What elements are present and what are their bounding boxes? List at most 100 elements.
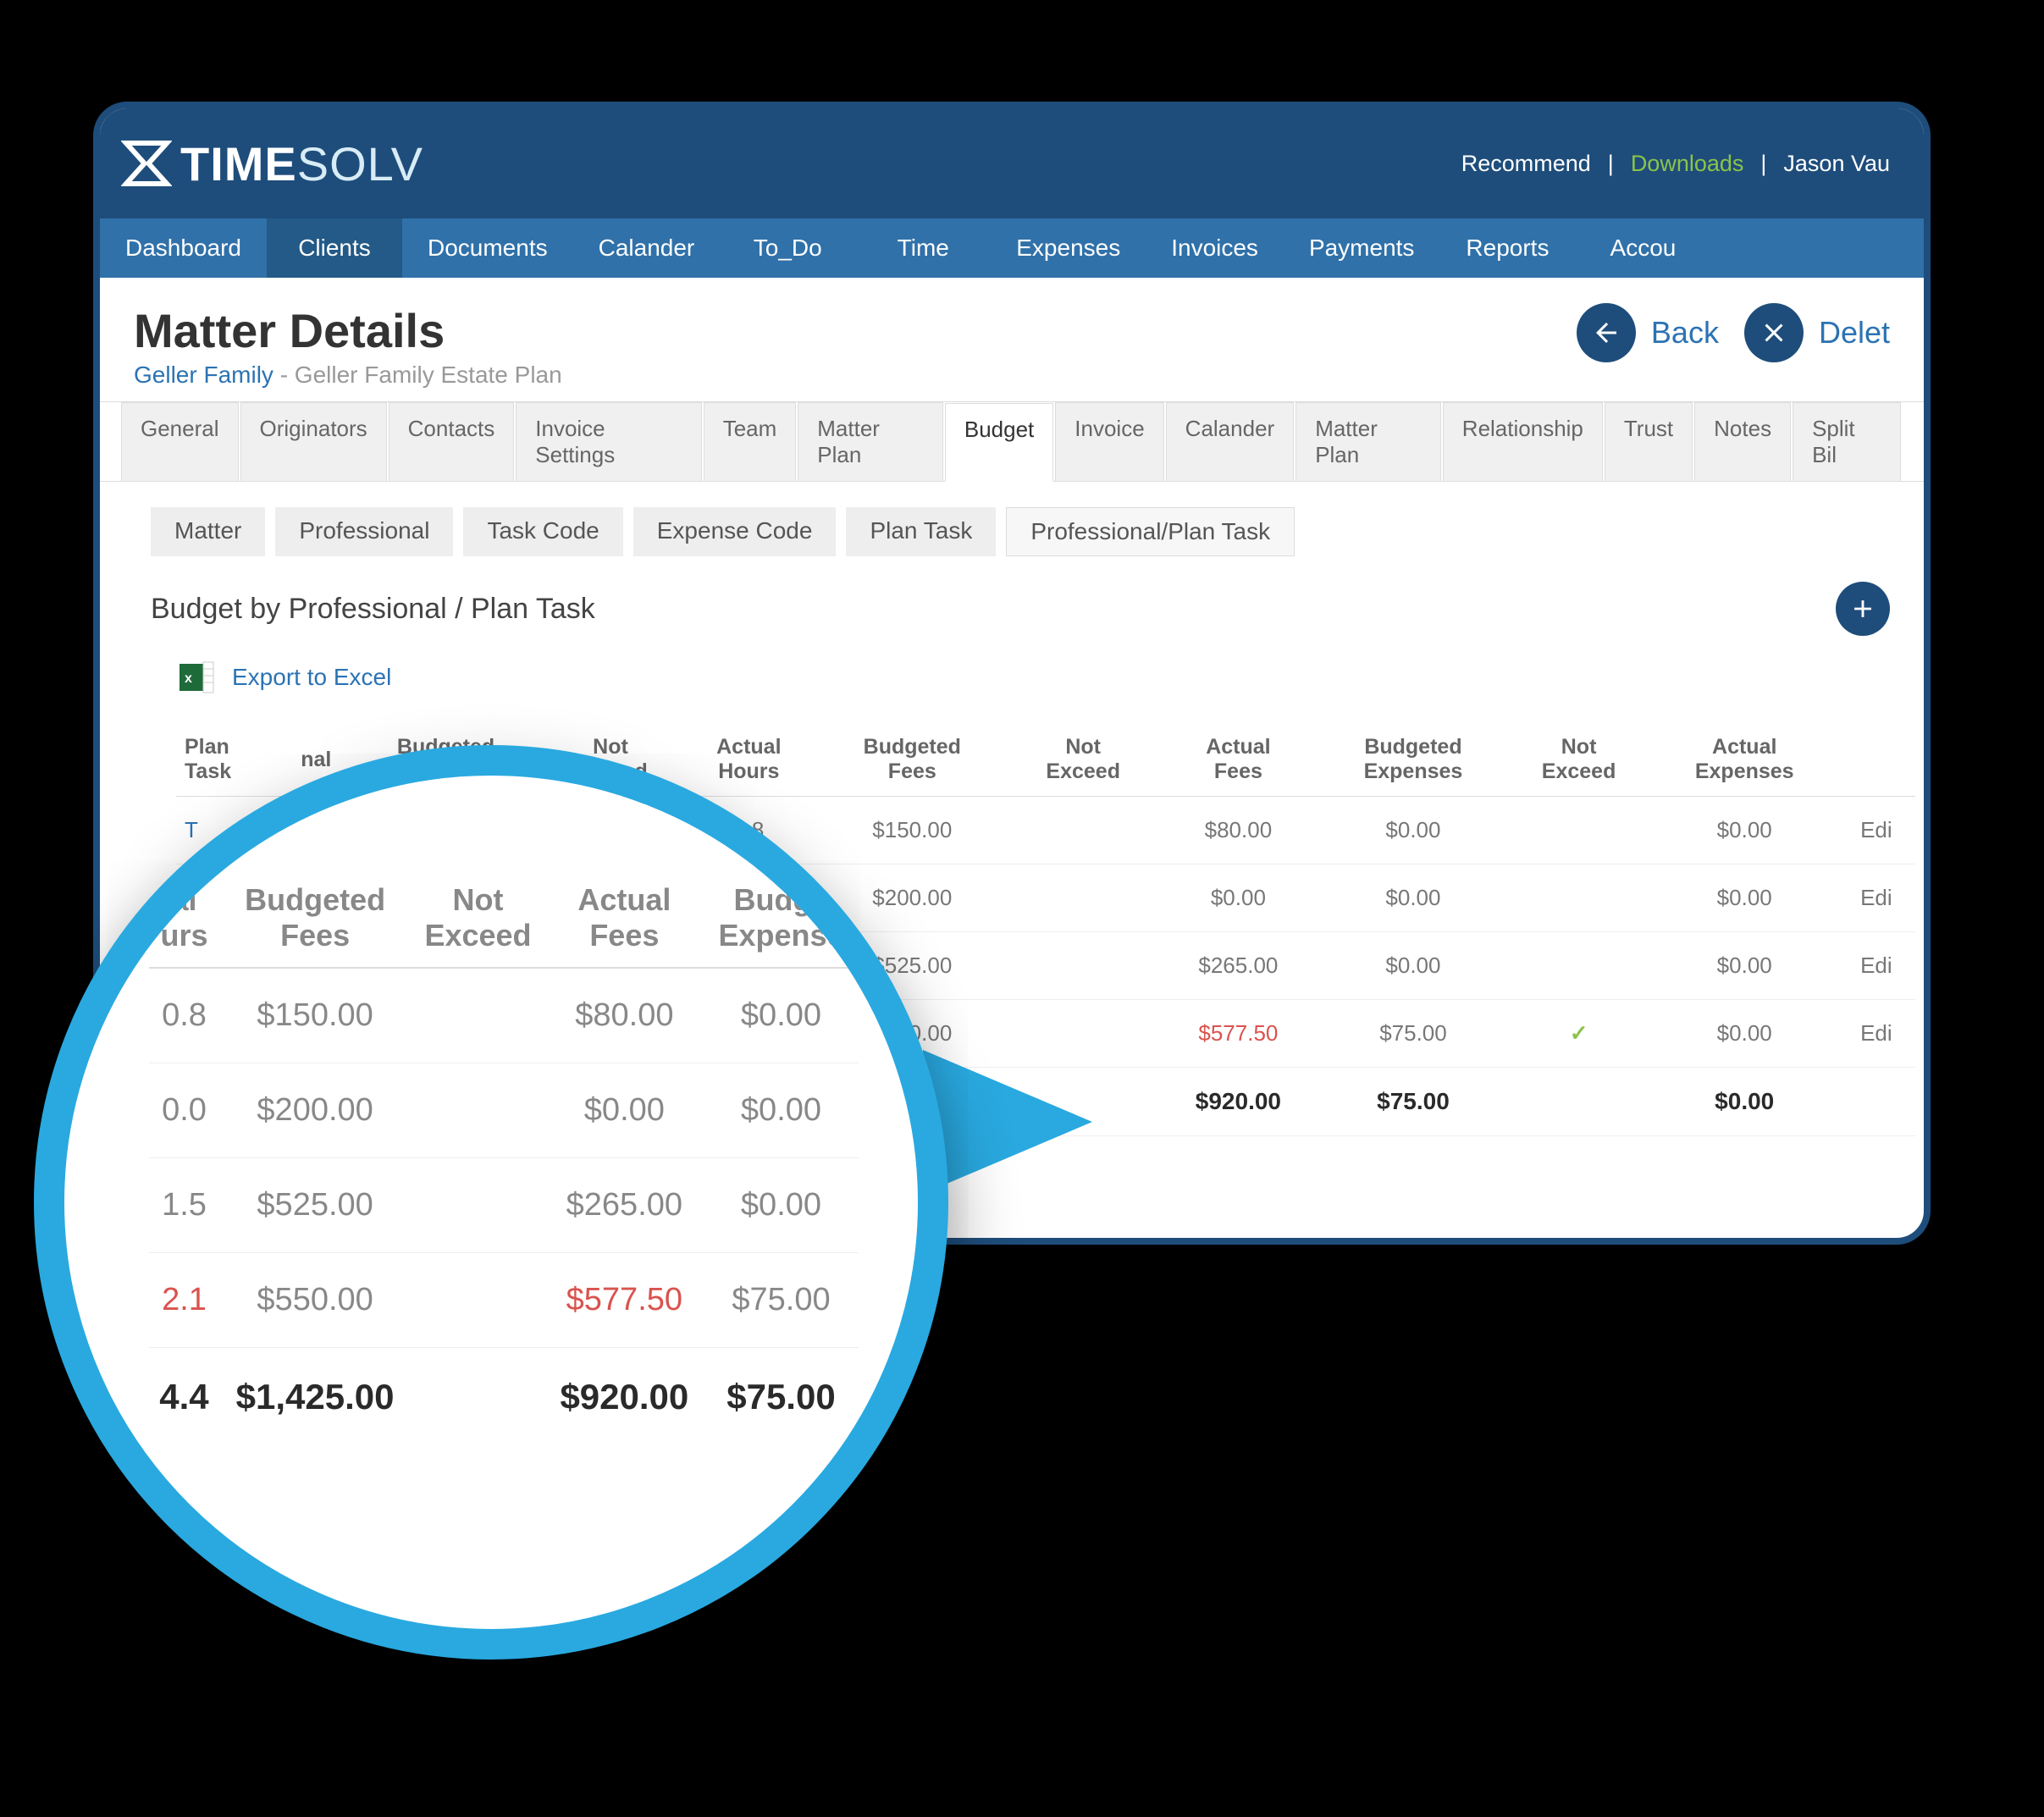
mag-row: 0.8$150.00$80.00$0.00: [149, 968, 859, 1063]
cell: $0.00: [1320, 932, 1505, 1000]
cell: $0.00: [1320, 864, 1505, 932]
logo-text-2: SOLV: [297, 136, 423, 191]
back-label: Back: [1651, 315, 1719, 351]
tab-trust[interactable]: Trust: [1605, 402, 1693, 481]
cell: [1505, 864, 1651, 932]
mag-row: 1.5$525.00$265.00$0.00: [149, 1158, 859, 1253]
tab-matter-plan[interactable]: Matter Plan: [1295, 402, 1441, 481]
mag-col-header: ActualFees: [545, 869, 704, 968]
sub-tab-plan-task[interactable]: Plan Task: [846, 507, 996, 556]
col-header: ActualExpenses: [1652, 723, 1837, 797]
cell: $0.00: [1652, 1000, 1837, 1068]
nav-item-documents[interactable]: Documents: [402, 218, 573, 278]
cell: $577.50: [1156, 1000, 1320, 1068]
sub-tab-professional-plan-task[interactable]: Professional/Plan Task: [1006, 507, 1295, 556]
col-header: [1837, 723, 1915, 797]
tab-notes[interactable]: Notes: [1694, 402, 1791, 481]
cell: [1010, 932, 1156, 1000]
col-header: BudgetedExpenses: [1320, 723, 1505, 797]
cell[interactable]: Edi: [1837, 797, 1915, 864]
page-actions: Back Delet: [1577, 303, 1890, 362]
header-link[interactable]: Jason Vau: [1783, 151, 1890, 177]
export-label: Export to Excel: [232, 664, 391, 691]
mag-total-row: 4.4$1,425.00$920.00$75.00: [149, 1348, 859, 1447]
tab-split-bil[interactable]: Split Bil: [1793, 402, 1901, 481]
cell: [1010, 864, 1156, 932]
nav-item-expenses[interactable]: Expenses: [991, 218, 1146, 278]
tab-invoice-settings[interactable]: Invoice Settings: [516, 402, 701, 481]
main-nav: DashboardClientsDocumentsCalanderTo_DoTi…: [100, 218, 1924, 278]
export-to-excel-button[interactable]: x Export to Excel: [176, 657, 1890, 698]
tab-matter-plan[interactable]: Matter Plan: [798, 402, 943, 481]
sub-tab-task-code[interactable]: Task Code: [463, 507, 622, 556]
nav-item-invoices[interactable]: Invoices: [1146, 218, 1284, 278]
logo[interactable]: TIMESOLV: [121, 136, 423, 191]
nav-item-to_do[interactable]: To_Do: [720, 218, 855, 278]
cell: ✓: [1505, 1000, 1651, 1068]
matter-tabs: GeneralOriginatorsContactsInvoice Settin…: [100, 402, 1924, 482]
header-link[interactable]: Downloads: [1631, 151, 1744, 177]
section-head: Budget by Professional / Plan Task: [151, 582, 1890, 636]
cell: $80.00: [1156, 797, 1320, 864]
logo-text-1: TIME: [180, 136, 297, 191]
tab-budget[interactable]: Budget: [945, 403, 1053, 482]
tab-contacts[interactable]: Contacts: [389, 402, 515, 481]
delete-button[interactable]: Delet: [1744, 303, 1890, 362]
mag-row: 0.0$200.00$0.00$0.00: [149, 1063, 859, 1158]
col-header: NotExceed: [1010, 723, 1156, 797]
col-header: BudgetedFees: [815, 723, 1011, 797]
nav-item-dashboard[interactable]: Dashboard: [100, 218, 267, 278]
magnifier-table: alursBudgetedFeesNotExceedActualFeesBudg…: [149, 869, 859, 1446]
cell: [1505, 932, 1651, 1000]
tab-team[interactable]: Team: [704, 402, 797, 481]
mag-col-header: BudgetedFees: [219, 869, 411, 968]
cell[interactable]: Edi: [1837, 1000, 1915, 1068]
magnifier-lens: alursBudgetedFeesNotExceedActualFeesBudg…: [34, 745, 948, 1660]
col-header: NotExceed: [1505, 723, 1651, 797]
delete-label: Delet: [1819, 315, 1890, 351]
header-link[interactable]: Recommend: [1461, 151, 1591, 177]
col-header: ActualFees: [1156, 723, 1320, 797]
add-button[interactable]: [1836, 582, 1890, 636]
tab-relationship[interactable]: Relationship: [1443, 402, 1603, 481]
tab-general[interactable]: General: [121, 402, 239, 481]
breadcrumb: Geller Family - Geller Family Estate Pla…: [134, 362, 562, 389]
cell: $0.00: [1156, 864, 1320, 932]
app-header: TIMESOLV Recommend|Downloads|Jason Vau: [100, 108, 1924, 218]
col-header: PlanTask: [176, 723, 278, 797]
nav-item-time[interactable]: Time: [855, 218, 991, 278]
nav-item-accou[interactable]: Accou: [1575, 218, 1710, 278]
cell[interactable]: Edi: [1837, 932, 1915, 1000]
nav-item-reports[interactable]: Reports: [1439, 218, 1575, 278]
cell: $0.00: [1652, 932, 1837, 1000]
cell[interactable]: Edi: [1837, 864, 1915, 932]
col-header: ActualHours: [683, 723, 814, 797]
sub-tab-professional[interactable]: Professional: [275, 507, 453, 556]
mag-col-header: NotExceed: [411, 869, 545, 968]
nav-item-clients[interactable]: Clients: [267, 218, 402, 278]
page-title: Matter Details: [134, 303, 562, 358]
sub-tab-matter[interactable]: Matter: [151, 507, 265, 556]
cell: [1010, 797, 1156, 864]
section-title: Budget by Professional / Plan Task: [151, 593, 595, 626]
hourglass-icon: [121, 138, 172, 189]
svg-text:x: x: [185, 671, 192, 686]
nav-item-calander[interactable]: Calander: [573, 218, 721, 278]
breadcrumb-link[interactable]: Geller Family: [134, 362, 273, 388]
back-button[interactable]: Back: [1577, 303, 1719, 362]
sub-tab-expense-code[interactable]: Expense Code: [633, 507, 837, 556]
cell: [1505, 797, 1651, 864]
nav-item-payments[interactable]: Payments: [1284, 218, 1440, 278]
page-head: Matter Details Geller Family - Geller Fa…: [100, 295, 1924, 402]
cell: $150.00: [815, 797, 1011, 864]
breadcrumb-rest: - Geller Family Estate Plan: [273, 362, 562, 388]
cell: $0.00: [1320, 797, 1505, 864]
cell: $265.00: [1156, 932, 1320, 1000]
close-icon: [1744, 303, 1804, 362]
back-icon: [1577, 303, 1636, 362]
budget-sub-tabs: MatterProfessionalTask CodeExpense CodeP…: [151, 507, 1890, 556]
tab-invoice[interactable]: Invoice: [1055, 402, 1163, 481]
tab-calander[interactable]: Calander: [1166, 402, 1295, 481]
tab-originators[interactable]: Originators: [240, 402, 387, 481]
cell: $0.00: [1652, 864, 1837, 932]
